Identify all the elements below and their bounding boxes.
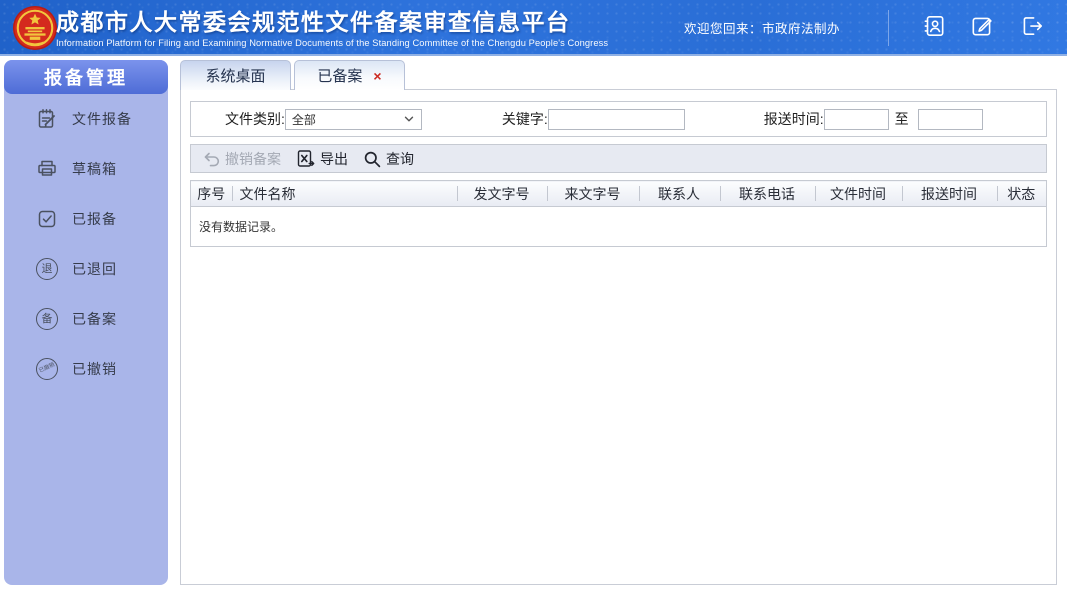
- search-button[interactable]: 查询: [363, 149, 414, 169]
- records-table: 序号 文件名称 发文字号 来文字号 联系人 联系电话 文件时间 报送时间 状态 …: [190, 180, 1047, 247]
- category-select[interactable]: 全部: [284, 108, 422, 130]
- empty-row: 没有数据记录。: [190, 206, 1047, 247]
- sidebar-item-document-filing[interactable]: 文件报备: [4, 94, 168, 144]
- tab-label: 系统桌面: [205, 68, 266, 85]
- toolbar: 撤销备案 导出 查询: [190, 144, 1047, 173]
- column-header-issue-no[interactable]: 发文字号: [456, 180, 547, 207]
- column-header-contact[interactable]: 联系人: [638, 180, 720, 207]
- tab-bar: 系统桌面 已备案 ×: [180, 60, 405, 90]
- undo-icon: [202, 150, 220, 168]
- sidebar-item-label: 草稿箱: [72, 161, 117, 177]
- application-window: 成都市人大常委会规范性文件备案审查信息平台 Information Platfo…: [0, 0, 1067, 600]
- header-divider: [888, 10, 889, 46]
- sidebar-item-drafts[interactable]: 草稿箱: [4, 144, 168, 194]
- filed-stamp-icon: 备: [35, 307, 59, 331]
- column-header-doc-name[interactable]: 文件名称: [231, 180, 457, 207]
- close-icon[interactable]: ×: [373, 69, 381, 83]
- no-data-text: 没有数据记录。: [190, 206, 1047, 247]
- logout-icon[interactable]: [1019, 13, 1045, 39]
- sidebar: 报备管理 文件报备 草稿箱 已报备 退 已退回 备 已备案 已撤销 已撤销: [4, 60, 168, 585]
- edit-icon[interactable]: [969, 13, 995, 39]
- tab-system-desktop[interactable]: 系统桌面: [180, 60, 291, 90]
- date-to-input[interactable]: [917, 108, 983, 130]
- column-header-doc-time[interactable]: 文件时间: [814, 180, 902, 207]
- drafts-icon: [35, 157, 59, 181]
- table-header-row: 序号 文件名称 发文字号 来文字号 联系人 联系电话 文件时间 报送时间 状态: [190, 180, 1047, 207]
- welcome-text: 欢迎您回来：市政府法制办: [683, 22, 840, 36]
- tab-label: 已备案: [317, 68, 363, 85]
- sidebar-item-returned[interactable]: 退 已退回: [4, 244, 168, 294]
- document-edit-icon: [35, 107, 59, 131]
- keyword-label: 关键字:: [501, 111, 548, 127]
- keyword-input[interactable]: [547, 108, 685, 130]
- revoke-filing-label: 撤销备案: [225, 150, 281, 167]
- main-panel: 文件类别: 全部 关键字: 报送时间: 至 撤销备案 导出 查询 序号 文件名称…: [180, 89, 1057, 585]
- app-header: 成都市人大常委会规范性文件备案审查信息平台 Information Platfo…: [0, 0, 1067, 56]
- column-header-incoming-no[interactable]: 来文字号: [546, 180, 639, 207]
- returned-stamp-icon: 退: [35, 257, 59, 281]
- search-label: 查询: [386, 150, 414, 167]
- sidebar-item-label: 已备案: [72, 311, 117, 327]
- sidebar-item-revoked[interactable]: 已撤销 已撤销: [4, 344, 168, 394]
- app-title: 成都市人大常委会规范性文件备案审查信息平台: [56, 10, 571, 35]
- contacts-icon[interactable]: [921, 13, 947, 39]
- category-selected-value: 全部: [291, 112, 316, 127]
- national-emblem-logo: [12, 5, 58, 51]
- sidebar-item-filed[interactable]: 备 已备案: [4, 294, 168, 344]
- column-header-status[interactable]: 状态: [996, 180, 1047, 207]
- revoke-filing-button[interactable]: 撤销备案: [202, 149, 281, 169]
- export-label: 导出: [320, 150, 348, 167]
- checkbox-icon: [35, 207, 59, 231]
- date-from-input[interactable]: [823, 108, 889, 130]
- sidebar-item-label: 已撤销: [72, 361, 117, 377]
- export-button[interactable]: 导出: [296, 149, 348, 169]
- sidebar-menu: 文件报备 草稿箱 已报备 退 已退回 备 已备案 已撤销 已撤销: [4, 94, 168, 394]
- sidebar-title: 报备管理: [4, 60, 168, 94]
- search-icon: [363, 150, 381, 168]
- column-header-phone[interactable]: 联系电话: [719, 180, 815, 207]
- category-label: 文件类别:: [225, 111, 285, 127]
- chevron-down-icon: [403, 113, 415, 125]
- filter-bar: 文件类别: 全部 关键字: 报送时间: 至: [190, 101, 1047, 137]
- submit-time-label: 报送时间:: [763, 111, 824, 127]
- column-header-submit-time[interactable]: 报送时间: [901, 180, 997, 207]
- sidebar-item-label: 文件报备: [72, 111, 132, 127]
- excel-export-icon: [296, 149, 315, 168]
- app-subtitle: Information Platform for Filing and Exam…: [56, 38, 609, 48]
- column-header-seq[interactable]: 序号: [190, 180, 232, 207]
- revoked-stamp-icon: 已撤销: [35, 357, 59, 381]
- sidebar-item-label: 已退回: [72, 261, 117, 277]
- to-label: 至: [894, 111, 909, 127]
- sidebar-item-reported[interactable]: 已报备: [4, 194, 168, 244]
- tab-filed[interactable]: 已备案 ×: [294, 60, 405, 90]
- sidebar-item-label: 已报备: [72, 211, 117, 227]
